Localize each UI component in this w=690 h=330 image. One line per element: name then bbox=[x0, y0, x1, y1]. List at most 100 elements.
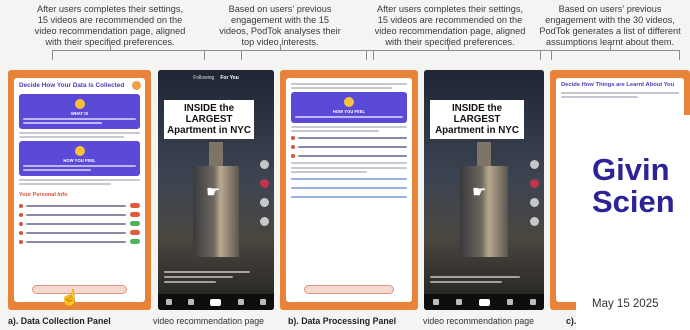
building bbox=[192, 166, 240, 258]
tab-following[interactable]: Following bbox=[193, 75, 214, 81]
discover-icon[interactable] bbox=[188, 299, 195, 305]
caption-line: Based on users' previous bbox=[228, 4, 332, 14]
home-icon[interactable] bbox=[432, 299, 439, 305]
title-line: Scien bbox=[592, 184, 675, 219]
item-label bbox=[298, 137, 407, 140]
caption-4: Based on users' previous engagement with… bbox=[530, 4, 690, 48]
caption-2: Based on users' previous engagement with… bbox=[200, 4, 360, 48]
toggle-switch[interactable] bbox=[130, 221, 140, 227]
bullet-icon bbox=[19, 212, 23, 217]
caption-line: video recommendation page, aligned bbox=[34, 26, 186, 36]
text-line bbox=[19, 183, 111, 186]
share-icon[interactable] bbox=[260, 217, 269, 226]
item-label bbox=[26, 213, 126, 216]
text-line bbox=[291, 170, 367, 173]
tab-for-you[interactable]: For You bbox=[220, 75, 238, 81]
toggle-switch[interactable] bbox=[130, 212, 140, 218]
text-line bbox=[291, 162, 407, 165]
bottom-nav bbox=[158, 294, 274, 310]
slider-item[interactable] bbox=[291, 194, 407, 200]
slider-item[interactable] bbox=[291, 185, 407, 191]
home-icon[interactable] bbox=[166, 299, 173, 305]
headline-line: INSIDE the LARGEST bbox=[451, 103, 503, 125]
toggle-switch[interactable] bbox=[130, 239, 140, 245]
bullet-icon bbox=[19, 221, 23, 226]
article-title: Givin Scien bbox=[592, 154, 690, 218]
slider-item[interactable] bbox=[291, 176, 407, 182]
toggle-switch[interactable] bbox=[130, 230, 140, 236]
label-data-collection: a). Data Collection Panel bbox=[8, 316, 111, 326]
like-icon[interactable] bbox=[260, 179, 269, 188]
text-line bbox=[19, 179, 140, 182]
share-icon[interactable] bbox=[530, 217, 539, 226]
text-line bbox=[164, 281, 216, 283]
pointer-hand-icon: ☛ bbox=[206, 184, 221, 201]
slider-track[interactable] bbox=[291, 177, 407, 180]
create-icon[interactable] bbox=[210, 298, 222, 306]
side-actions bbox=[530, 160, 540, 236]
inbox-icon[interactable] bbox=[237, 299, 244, 305]
building-top bbox=[476, 142, 492, 169]
description-text bbox=[286, 126, 412, 133]
card-label: HOW YOU FEEL bbox=[332, 109, 366, 115]
slider-track[interactable] bbox=[291, 186, 407, 189]
item-label bbox=[26, 240, 126, 243]
bullet-icon bbox=[19, 230, 23, 235]
card-label: WHAT IS bbox=[70, 111, 89, 116]
list-item bbox=[19, 212, 140, 218]
avatar[interactable] bbox=[260, 160, 269, 169]
description-text bbox=[14, 132, 145, 139]
item-label bbox=[26, 222, 126, 225]
list-item bbox=[19, 239, 140, 245]
text-line bbox=[164, 271, 250, 273]
emblem-icon bbox=[344, 97, 354, 108]
emblem-icon bbox=[74, 99, 85, 109]
comment-icon[interactable] bbox=[260, 198, 269, 207]
slider-track[interactable] bbox=[291, 195, 407, 198]
what-is-card: WHAT IS bbox=[19, 94, 140, 129]
headline-line: Apartment in NYC bbox=[435, 125, 519, 136]
text-line bbox=[561, 96, 638, 99]
save-settings-button[interactable] bbox=[304, 285, 394, 294]
text-line bbox=[19, 132, 140, 134]
toggle-switch[interactable] bbox=[130, 203, 140, 209]
inbox-icon[interactable] bbox=[506, 299, 513, 305]
description-text bbox=[286, 83, 412, 90]
bracket bbox=[540, 50, 680, 60]
label-video-recommendation: video recommendation page bbox=[153, 316, 265, 326]
description-text bbox=[14, 179, 145, 186]
caption-line: After users completes their settings, bbox=[36, 4, 184, 14]
list-item bbox=[291, 153, 407, 159]
text-line bbox=[23, 118, 136, 120]
discover-icon[interactable] bbox=[455, 299, 462, 305]
data-processing-panel: HOW YOU FEEL bbox=[280, 70, 418, 310]
description-text bbox=[286, 162, 412, 173]
bullet-icon bbox=[291, 136, 295, 141]
profile-icon[interactable] bbox=[259, 299, 266, 305]
section-title: Your Personal Info bbox=[19, 191, 68, 198]
like-icon[interactable] bbox=[530, 179, 539, 188]
how-you-feel-card: HOW YOU FEEL bbox=[291, 92, 407, 124]
create-icon[interactable] bbox=[478, 298, 490, 306]
close-icon[interactable] bbox=[132, 81, 141, 90]
list-item bbox=[19, 203, 140, 209]
pointer-hand-icon: ☝ bbox=[60, 290, 80, 307]
caption-line: with their specified preferences. bbox=[385, 37, 515, 47]
video-headline: INSIDE the LARGEST Apartment in NYC bbox=[430, 100, 524, 139]
profile-icon[interactable] bbox=[529, 299, 536, 305]
video-recommendation-page-1: Following For You INSIDE the LARGEST Apar… bbox=[158, 70, 274, 310]
bullet-icon bbox=[19, 239, 23, 244]
settings-sheet: Decide How Your Data is Collected WHAT I… bbox=[14, 78, 145, 302]
label-video-recommendation: video recommendation page bbox=[423, 316, 535, 326]
text-line bbox=[23, 165, 136, 168]
bracket bbox=[204, 50, 374, 60]
comment-icon[interactable] bbox=[530, 198, 539, 207]
caption-1: After users completes their settings, 15… bbox=[20, 4, 200, 48]
description-text bbox=[556, 92, 684, 99]
text-line bbox=[291, 83, 407, 85]
avatar[interactable] bbox=[530, 160, 539, 169]
caption-line: After users completes their settings, bbox=[376, 4, 524, 14]
caption-3: After users completes their settings, 15… bbox=[360, 4, 540, 48]
list-item bbox=[291, 135, 407, 141]
text-line bbox=[23, 122, 103, 124]
